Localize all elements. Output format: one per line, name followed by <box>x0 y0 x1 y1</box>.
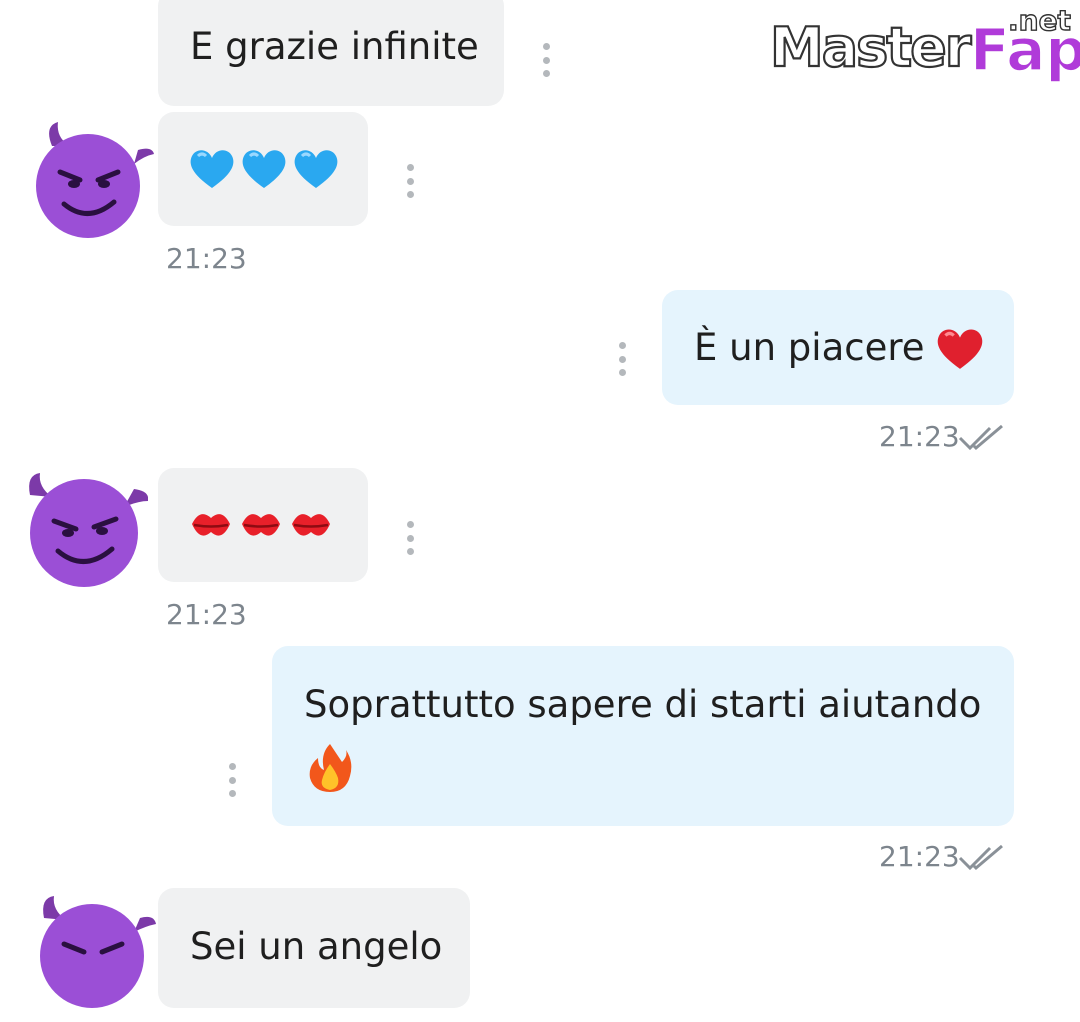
message-timestamp: 21:23 <box>166 242 247 275</box>
message-timestamp: 21:23 <box>879 840 960 873</box>
red-heart-icon <box>937 329 982 369</box>
emoji-row <box>188 146 340 190</box>
kiss-mark-icon <box>242 514 280 536</box>
message-menu-icon[interactable] <box>405 164 415 198</box>
smiling-face-with-horns-icon[interactable] <box>30 888 160 1018</box>
kiss-mark-icon <box>192 514 230 536</box>
message-text: E grazie infinite <box>190 25 479 68</box>
smiling-face-with-horns-icon[interactable] <box>18 465 149 595</box>
blue-heart-icon <box>242 150 286 188</box>
message-bubble-incoming[interactable]: E grazie infinite <box>158 0 504 106</box>
message-menu-icon[interactable] <box>405 521 415 555</box>
blue-heart-icon <box>190 150 234 188</box>
kiss-mark-icon <box>292 514 330 536</box>
message-text: È un piacere <box>694 326 925 369</box>
watermark-logo: Master Fap .net <box>769 3 1080 84</box>
message-timestamp: 21:23 <box>166 598 247 631</box>
smiling-face-with-horns-icon[interactable] <box>30 116 160 246</box>
emoji-row <box>188 506 334 544</box>
message-menu-icon[interactable] <box>541 43 551 77</box>
message-menu-icon[interactable] <box>617 342 627 376</box>
read-receipt-icon <box>958 844 1003 871</box>
message-bubble-outgoing[interactable]: È un piacere <box>662 290 1014 405</box>
message-bubble-incoming[interactable] <box>158 112 368 226</box>
message-text: Sei un angelo <box>190 925 443 968</box>
watermark-suffix: .net <box>1008 4 1071 37</box>
message-bubble-incoming[interactable] <box>158 468 368 582</box>
message-menu-icon[interactable] <box>227 763 237 797</box>
watermark-part1: Master <box>770 16 972 79</box>
message-text: Soprattutto sapere di starti aiutando <box>304 683 982 726</box>
read-receipt-icon <box>958 424 1003 451</box>
message-bubble-incoming[interactable]: Sei un angelo <box>158 888 470 1008</box>
blue-heart-icon <box>294 150 338 188</box>
message-bubble-outgoing[interactable]: Soprattutto sapere di starti aiutando <box>272 646 1014 826</box>
fire-icon <box>309 744 352 792</box>
message-timestamp: 21:23 <box>879 420 960 453</box>
